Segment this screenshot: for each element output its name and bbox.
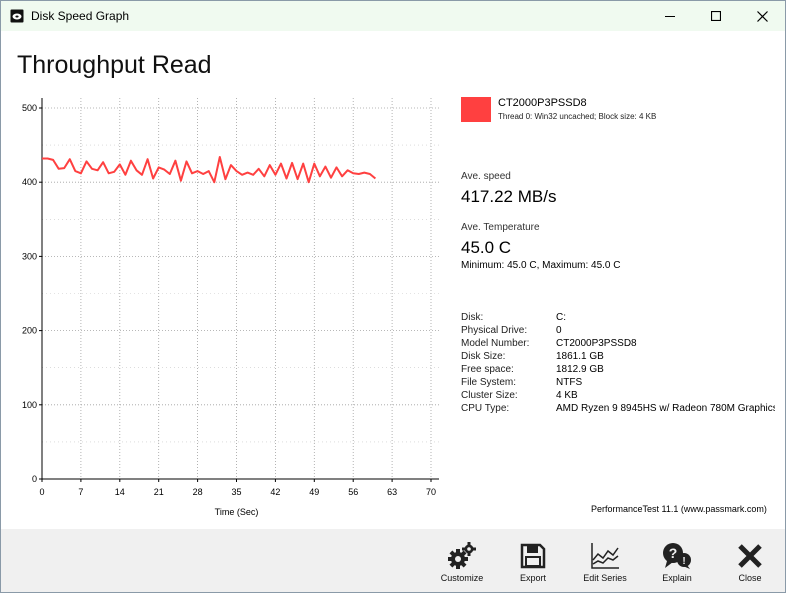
ave-temperature-label: Ave. Temperature [461,222,540,233]
legend-series-description: Thread 0: Win32 uncached; Block size: 4 … [498,112,657,121]
close-icon [756,10,768,22]
maximize-icon [711,11,721,21]
maximize-button[interactable] [693,1,739,31]
x-tick-label: 0 [39,487,44,497]
ave-speed-value: 417.22 MB/s [461,187,557,206]
x-tick-label: 63 [387,487,397,497]
gears-icon [448,542,476,569]
explain-label: Explain [662,573,692,583]
svg-text:!: ! [682,556,685,567]
x-tick-label: 35 [231,487,241,497]
info-key: Model Number: [461,338,530,349]
info-key: File System: [461,377,517,388]
x-tick-label: 42 [270,487,280,497]
info-key: Free space: [461,364,514,375]
title-bar[interactable]: Disk Speed Graph [1,1,785,31]
info-value: NTFS [556,377,583,388]
y-tick-label: 500 [22,103,37,113]
explain-button[interactable]: ? ! Explain [647,529,707,592]
series-line-ct2000p3pssd8 [42,156,377,184]
y-tick-label: 200 [22,326,37,336]
info-value: C: [556,312,566,323]
close-button[interactable]: Close [720,529,780,592]
x-tick-label: 70 [426,487,436,497]
x-tick-label: 49 [309,487,319,497]
customize-button[interactable]: Customize [432,529,492,592]
save-disk-icon [520,543,546,569]
info-value: CT2000P3PSSD8 [556,338,637,349]
window-title: Disk Speed Graph [31,9,130,23]
info-key: Disk Size: [461,351,506,362]
x-axis-label: Time (Sec) [215,507,259,517]
temperature-min-max: Minimum: 45.0 C, Maximum: 45.0 C [461,260,621,271]
info-row: File System: NTFS [461,377,775,390]
info-value: AMD Ryzen 9 8945HS w/ Radeon 780M Graphi… [556,403,775,414]
info-value: 1861.1 GB [556,351,604,362]
passmark-disk-icon [10,9,24,23]
x-tick-label: 7 [78,487,83,497]
page-title: Throughput Read [17,51,212,79]
legend-series-name: CT2000P3PSSD8 [498,97,587,109]
info-row: Disk Size: 1861.1 GB [461,351,775,364]
x-tick-label: 56 [348,487,358,497]
line-chart-icon [591,543,619,569]
svg-text:?: ? [669,545,678,561]
disk-speed-graph-window: Disk Speed Graph Throughput Read 0 7 14 21 2… [0,0,786,593]
x-tick-label: 14 [115,487,125,497]
close-window-button[interactable] [739,1,785,31]
disk-info-table: Disk: C: Physical Drive: 0 Model Number: CT… [461,312,775,416]
info-row: Cluster Size: 4 KB [461,390,775,403]
y-tick-label: 400 [22,177,37,187]
edit-series-label: Edit Series [583,573,627,583]
x-tick-label: 21 [154,487,164,497]
info-value: 0 [556,325,562,336]
minimize-button[interactable] [647,1,693,31]
export-button[interactable]: Export [503,529,563,592]
footer-brand: PerformanceTest 11.1 (www.passmark.com) [591,504,767,514]
help-bubbles-icon: ? ! [663,543,691,569]
info-row: Physical Drive: 0 [461,325,775,338]
info-key: Disk: [461,312,484,323]
info-key: Cluster Size: [461,390,518,401]
close-label: Close [738,573,762,583]
y-tick-label: 0 [32,474,37,484]
info-row: Model Number: CT2000P3PSSD8 [461,338,775,351]
export-label: Export [519,573,546,583]
legend-swatch [461,97,491,122]
edit-series-button[interactable]: Edit Series [575,529,635,592]
info-value: 1812.9 GB [556,364,604,375]
customize-label: Customize [440,573,484,583]
x-tick-label: 28 [193,487,203,497]
ave-temperature-value: 45.0 C [461,238,512,257]
info-row: Disk: C: [461,312,775,325]
info-row: Free space: 1812.9 GB [461,364,775,377]
info-value: 4 KB [556,390,578,401]
minimize-icon [665,16,675,17]
y-tick-label: 100 [22,400,37,410]
y-tick-label: 300 [22,251,37,261]
bottom-toolbar: Customize Export Edit Series ? ! Explain… [1,529,785,592]
ave-speed-label: Ave. speed [461,171,511,182]
info-key: CPU Type: [461,403,510,414]
close-x-icon [738,544,762,568]
info-row: CPU Type: AMD Ryzen 9 8945HS w/ Radeon 78… [461,403,775,416]
throughput-chart: 0 7 14 21 28 35 42 49 56 63 70 0 100 200 300 400 500 Tim… [22,98,439,517]
info-key: Physical Drive: [461,325,528,336]
